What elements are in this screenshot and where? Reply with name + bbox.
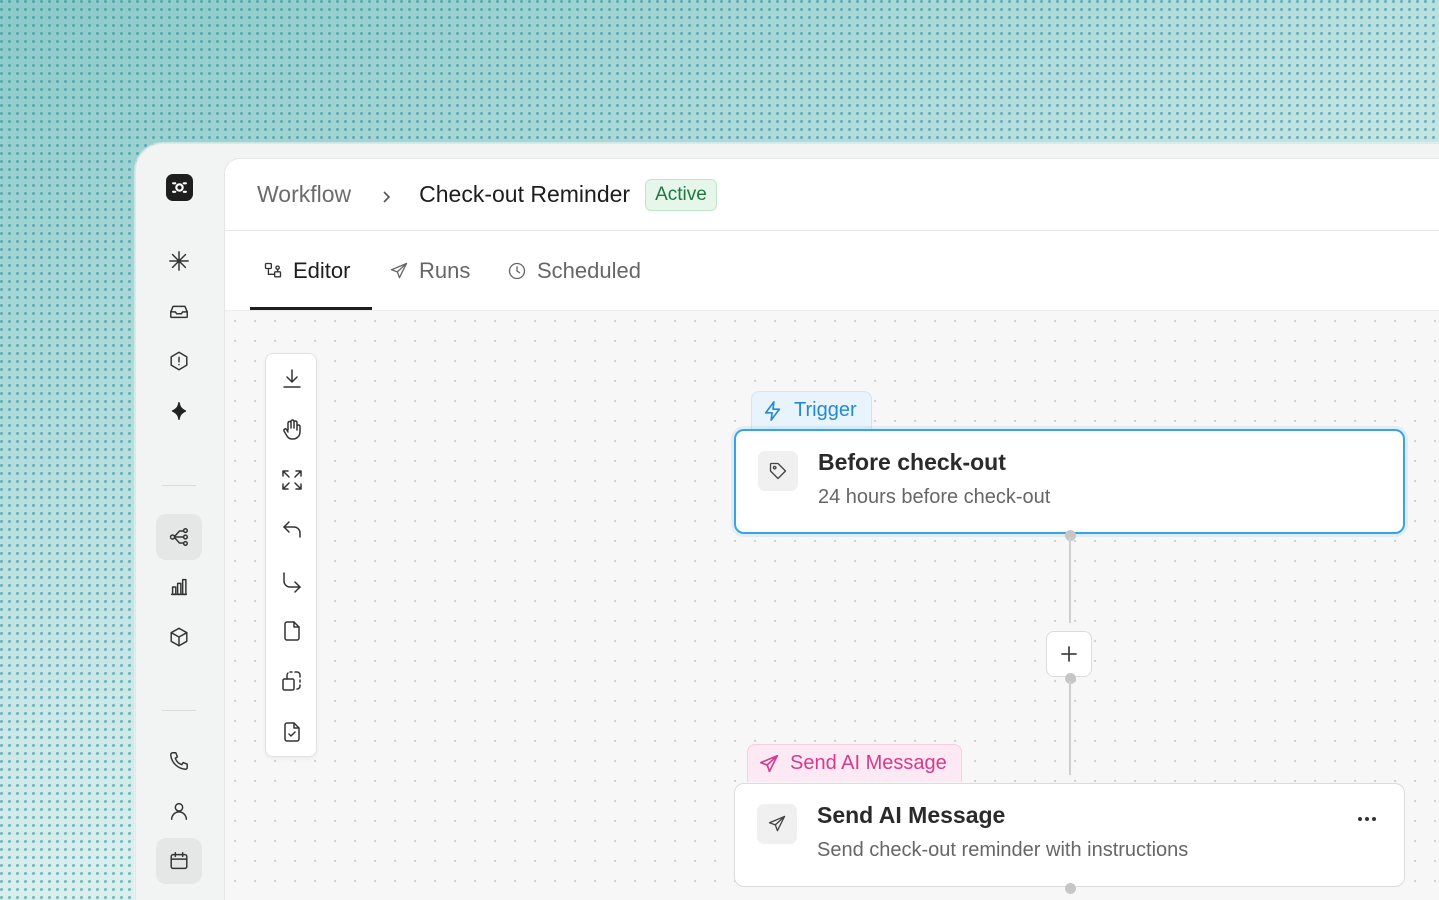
tab-editor[interactable]: Editor bbox=[263, 231, 350, 311]
redo-icon bbox=[283, 572, 301, 593]
hand-icon bbox=[283, 419, 301, 440]
fit-view-icon bbox=[282, 470, 302, 490]
editor-icon bbox=[264, 262, 282, 278]
workflow-canvas[interactable]: Trigger Before check-out 24 hours before… bbox=[225, 311, 1439, 900]
rail-item-ai[interactable] bbox=[156, 388, 202, 434]
workflow-icon bbox=[169, 528, 188, 546]
rail-item-workflows[interactable] bbox=[156, 514, 202, 560]
tab-runs[interactable]: Runs bbox=[389, 231, 470, 311]
trigger-node-title: Before check-out bbox=[818, 449, 1006, 475]
connector-line bbox=[1069, 681, 1071, 775]
status-badge: Active bbox=[645, 178, 717, 211]
canvas-toolbar bbox=[265, 353, 317, 757]
plus-icon bbox=[1061, 646, 1077, 662]
cube-icon bbox=[170, 627, 188, 647]
rail-item-objects[interactable] bbox=[156, 614, 202, 660]
duplicate-button[interactable] bbox=[279, 668, 305, 694]
send-icon bbox=[768, 815, 786, 832]
fit-view-button[interactable] bbox=[279, 467, 305, 493]
clock-icon bbox=[508, 262, 526, 280]
connector-port[interactable] bbox=[1065, 883, 1076, 894]
tag-icon bbox=[769, 462, 787, 480]
pan-button[interactable] bbox=[279, 416, 305, 442]
active-tab-indicator bbox=[250, 307, 372, 310]
rail-item-analytics[interactable] bbox=[156, 564, 202, 610]
file-check-icon bbox=[284, 722, 300, 742]
app-window: Workflow Check-out Reminder Active Edito… bbox=[135, 143, 1439, 900]
inbox-icon bbox=[170, 305, 188, 319]
rail-divider bbox=[162, 710, 196, 711]
trigger-chip-label: Trigger bbox=[794, 399, 857, 421]
action-chip-label: Send AI Message bbox=[790, 752, 947, 774]
page-header: Workflow Check-out Reminder Active bbox=[225, 159, 1439, 231]
action-node[interactable]: Send AI Message Send check-out reminder … bbox=[734, 783, 1405, 887]
rail-item-inbox[interactable] bbox=[156, 288, 202, 334]
tab-label: Runs bbox=[419, 258, 471, 283]
alert-hexagon-icon bbox=[170, 351, 188, 371]
lightning-icon bbox=[764, 400, 781, 421]
undo-icon bbox=[283, 521, 301, 538]
validate-button[interactable] bbox=[279, 719, 305, 745]
logo-icon bbox=[172, 182, 187, 193]
undo-button[interactable] bbox=[279, 517, 305, 543]
action-chip: Send AI Message bbox=[747, 744, 962, 782]
phone-icon bbox=[170, 752, 188, 770]
tab-label: Editor bbox=[293, 258, 351, 283]
calendar-icon bbox=[170, 852, 188, 870]
action-node-title: Send AI Message bbox=[817, 802, 1006, 828]
connector-line bbox=[1069, 537, 1071, 623]
user-icon bbox=[170, 802, 188, 820]
bar-chart-icon bbox=[170, 578, 188, 596]
tab-bar: Editor Runs Scheduled bbox=[225, 231, 1439, 311]
tab-scheduled[interactable]: Scheduled bbox=[507, 231, 641, 311]
trigger-node-subtitle: 24 hours before check-out bbox=[818, 486, 1051, 508]
file-icon bbox=[284, 621, 300, 641]
breadcrumb-parent[interactable]: Workflow bbox=[257, 181, 351, 208]
action-node-subtitle: Send check-out reminder with instruction… bbox=[817, 839, 1189, 861]
trigger-chip: Trigger bbox=[751, 391, 872, 429]
node-icon-box bbox=[757, 804, 797, 844]
sparkle-icon bbox=[171, 402, 187, 420]
more-options-icon[interactable] bbox=[1358, 814, 1378, 824]
rail-item-contacts[interactable] bbox=[156, 788, 202, 834]
chevron-right-icon bbox=[381, 190, 391, 203]
send-icon bbox=[390, 262, 408, 279]
add-step-button[interactable] bbox=[1046, 631, 1092, 677]
rail-divider bbox=[162, 485, 196, 486]
node-icon-box bbox=[758, 451, 798, 491]
send-icon bbox=[759, 754, 779, 772]
app-logo[interactable] bbox=[166, 174, 193, 201]
rail-item-calls[interactable] bbox=[156, 738, 202, 784]
icon-rail bbox=[136, 144, 224, 900]
tab-label: Scheduled bbox=[537, 258, 641, 283]
file-button[interactable] bbox=[279, 618, 305, 644]
asterisk-icon bbox=[169, 251, 189, 271]
duplicate-icon bbox=[282, 671, 301, 691]
page-title: Check-out Reminder bbox=[419, 181, 631, 207]
rail-item-calendar[interactable] bbox=[156, 838, 202, 884]
rail-item-alerts[interactable] bbox=[156, 338, 202, 384]
redo-button[interactable] bbox=[279, 568, 305, 594]
download-button[interactable] bbox=[279, 366, 305, 392]
main-panel: Workflow Check-out Reminder Active Edito… bbox=[224, 158, 1439, 900]
trigger-node[interactable]: Before check-out 24 hours before check-o… bbox=[734, 429, 1405, 534]
download-icon bbox=[283, 369, 301, 388]
rail-item-asterisk[interactable] bbox=[156, 238, 202, 284]
